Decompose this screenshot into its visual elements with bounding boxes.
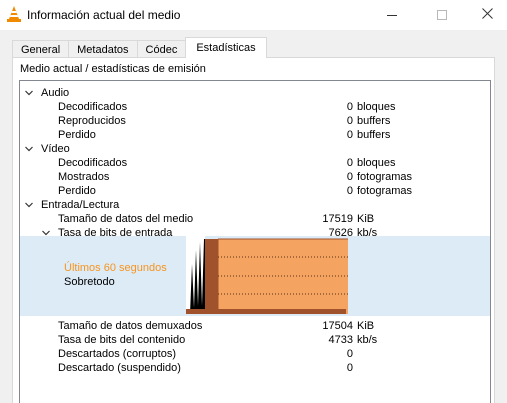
stat-unit: KiB [357,213,375,225]
stat-unit: bloques [357,157,396,169]
tab-statistics[interactable]: Estadísticas [185,37,267,58]
stat-label: Perdido [58,129,96,141]
stat-label: Tamaño de datos del medio [58,213,194,225]
tab-metadata[interactable]: Metadatos [68,40,138,58]
stat-label: Tamaño de datos demuxados [58,320,203,332]
statistics-panel: Medio actual / estadísticas de emisión A… [12,57,495,403]
stat-row: Reproducidos 0 buffers [20,114,490,128]
tab-codec[interactable]: Códec [136,40,187,58]
tab-general[interactable]: General [12,40,70,58]
chevron-down-icon[interactable] [25,145,33,153]
stat-unit: buffers [357,115,391,127]
stat-row: Perdido 0 buffers [20,128,490,142]
minimize-button[interactable] [369,0,415,30]
stat-unit: KiB [357,320,375,332]
stat-value: 0 [346,115,353,127]
close-button[interactable] [464,0,507,30]
stat-row: Decodificados 0 bloques [20,156,490,170]
stat-row: Descartado (suspendido) 0 [20,361,490,375]
maximize-button[interactable] [419,0,465,30]
stat-row: Perdido 0 fotogramas [20,184,490,198]
close-icon [481,8,493,22]
chevron-down-icon[interactable] [25,89,33,97]
graph-title: Últimos 60 segundos [64,262,167,274]
tree-node-video[interactable]: Vídeo [20,142,490,156]
maximize-icon [437,10,447,20]
stat-label: Decodificados [58,101,128,113]
stat-value: 0 [346,101,353,113]
stat-unit: kb/s [357,334,378,346]
stat-row: Decodificados 0 bloques [20,100,490,114]
stat-value: 0 [346,157,353,169]
chevron-down-icon[interactable] [25,201,33,209]
bitrate-graph [184,236,348,316]
stat-value: 0 [346,185,353,197]
stat-label: Descartado (suspendido) [58,362,181,374]
stat-label: Perdido [58,185,96,197]
stat-value: 4733 [328,334,353,346]
stat-label: Decodificados [58,157,128,169]
stat-value: 17504 [322,320,353,332]
stat-value: 0 [346,362,353,374]
bitrate-graph-row: Últimos 60 segundos Sobretodo [20,236,490,316]
stat-value: 0 [346,348,353,360]
tree-node-audio[interactable]: Audio [20,86,490,100]
statistics-tree[interactable]: Audio Decodificados 0 bloques Reproducid… [19,80,491,403]
stat-unit: fotogramas [357,185,413,197]
title-bar: Información actual del medio [0,0,507,30]
tab-bar: General Metadatos Códec Estadísticas [12,37,267,58]
stat-value: 17519 [322,213,353,225]
stat-row: Descartados (corruptos) 0 [20,347,490,361]
vlc-cone-icon [7,6,21,22]
tree-node-input[interactable]: Entrada/Lectura [20,198,490,212]
client-area: General Metadatos Códec Estadísticas Med… [0,30,507,403]
node-label: Vídeo [41,143,70,155]
stat-value: 0 [346,129,353,141]
minimize-icon [387,14,397,16]
stat-value: 0 [346,171,353,183]
node-label: Entrada/Lectura [41,199,120,211]
panel-heading: Medio actual / estadísticas de emisión [20,63,206,75]
stat-label: Mostrados [58,171,110,183]
stat-unit: fotogramas [357,171,413,183]
stat-label: Tasa de bits del contenido [58,334,186,346]
graph-subtitle: Sobretodo [64,276,115,288]
stat-unit: bloques [357,101,396,113]
stat-label: Descartados (corruptos) [58,348,176,360]
stat-label: Reproducidos [58,115,126,127]
stat-unit: buffers [357,129,391,141]
window-title: Información actual del medio [27,8,181,22]
stat-row: Mostrados 0 fotogramas [20,170,490,184]
node-label: Audio [41,87,70,99]
stat-row: Tamaño de datos demuxados 17504 KiB [20,319,490,333]
stat-row: Tamaño de datos del medio 17519 KiB [20,212,490,226]
stat-row: Tasa de bits del contenido 4733 kb/s [20,333,490,347]
